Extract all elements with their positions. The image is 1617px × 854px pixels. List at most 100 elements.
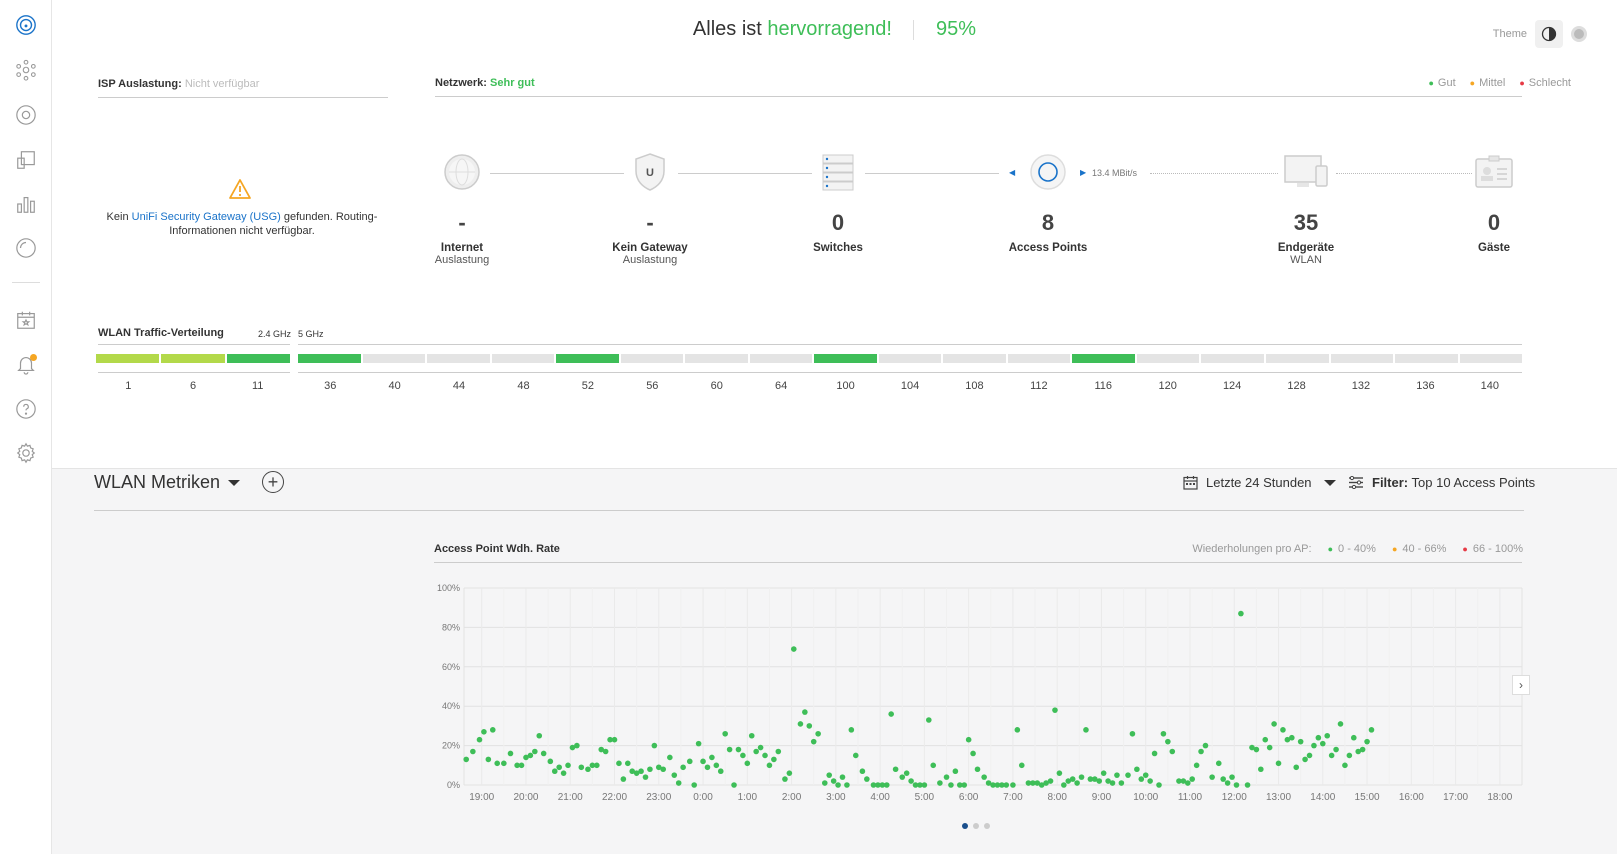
- data-point[interactable]: [700, 758, 706, 765]
- data-point[interactable]: [744, 760, 751, 767]
- data-point[interactable]: [532, 748, 538, 755]
- data-point[interactable]: [691, 782, 697, 788]
- data-point[interactable]: [921, 782, 928, 788]
- data-point[interactable]: [611, 736, 618, 743]
- data-point[interactable]: [844, 782, 850, 788]
- data-point[interactable]: [943, 774, 950, 780]
- data-point[interactable]: [489, 727, 496, 733]
- data-point[interactable]: [565, 762, 571, 769]
- data-point[interactable]: [1109, 780, 1116, 786]
- data-point[interactable]: [1266, 744, 1273, 751]
- data-point[interactable]: [731, 782, 737, 788]
- data-point[interactable]: [551, 768, 558, 775]
- pager-dot-3[interactable]: [984, 823, 990, 829]
- data-point[interactable]: [501, 760, 507, 767]
- data-point[interactable]: [1238, 610, 1244, 617]
- data-point[interactable]: [1142, 772, 1149, 778]
- data-point[interactable]: [1125, 772, 1131, 778]
- data-point[interactable]: [1100, 770, 1107, 776]
- data-point[interactable]: [948, 782, 954, 788]
- data-point[interactable]: [547, 758, 554, 765]
- dashboard-icon[interactable]: [14, 13, 38, 37]
- data-point[interactable]: [1014, 727, 1021, 733]
- data-point[interactable]: [507, 750, 514, 757]
- data-point[interactable]: [1074, 780, 1080, 786]
- data-point[interactable]: [937, 780, 943, 786]
- data-point[interactable]: [961, 782, 968, 788]
- data-point[interactable]: [753, 748, 759, 755]
- data-point[interactable]: [1258, 766, 1264, 773]
- data-point[interactable]: [602, 748, 609, 755]
- data-point[interactable]: [974, 766, 981, 773]
- data-point[interactable]: [1368, 727, 1375, 733]
- alerts-icon[interactable]: [14, 352, 38, 376]
- data-point[interactable]: [762, 752, 768, 759]
- data-point[interactable]: [1224, 780, 1231, 786]
- data-point[interactable]: [667, 754, 673, 761]
- data-point[interactable]: [1220, 776, 1226, 782]
- data-point[interactable]: [1069, 776, 1076, 782]
- theme-contrast-button[interactable]: [1535, 20, 1563, 48]
- device-switches[interactable]: 0 Switches: [778, 150, 898, 254]
- data-point[interactable]: [1262, 736, 1269, 743]
- data-point[interactable]: [802, 709, 808, 715]
- data-point[interactable]: [952, 768, 959, 775]
- data-point[interactable]: [1233, 782, 1240, 788]
- data-point[interactable]: [620, 776, 627, 782]
- data-point[interactable]: [1289, 734, 1295, 741]
- data-point[interactable]: [892, 766, 899, 773]
- data-point[interactable]: [485, 756, 492, 763]
- data-point[interactable]: [883, 782, 890, 788]
- data-point[interactable]: [717, 768, 724, 775]
- data-point[interactable]: [536, 732, 543, 739]
- data-point[interactable]: [638, 768, 644, 775]
- data-point[interactable]: [757, 744, 764, 751]
- data-point[interactable]: [1096, 778, 1103, 784]
- data-point[interactable]: [1138, 776, 1145, 782]
- data-point[interactable]: [574, 742, 580, 749]
- metrics-dropdown[interactable]: WLAN Metriken: [94, 472, 241, 493]
- data-point[interactable]: [1047, 778, 1054, 784]
- data-point[interactable]: [1078, 774, 1085, 780]
- data-point[interactable]: [1198, 748, 1204, 755]
- data-point[interactable]: [578, 764, 585, 771]
- devices-icon[interactable]: [14, 103, 38, 127]
- data-point[interactable]: [1342, 762, 1348, 769]
- data-point[interactable]: [560, 770, 567, 776]
- data-point[interactable]: [930, 762, 937, 769]
- device-clients[interactable]: 35 Endgeräte WLAN: [1246, 150, 1366, 266]
- data-point[interactable]: [965, 736, 972, 743]
- data-point[interactable]: [647, 766, 653, 773]
- data-point[interactable]: [1324, 732, 1331, 739]
- data-point[interactable]: [481, 729, 487, 735]
- data-point[interactable]: [675, 780, 682, 786]
- data-point[interactable]: [1337, 721, 1344, 727]
- add-metric-button[interactable]: +: [262, 471, 284, 493]
- data-point[interactable]: [1346, 752, 1353, 759]
- data-point[interactable]: [735, 746, 742, 753]
- data-point[interactable]: [1311, 742, 1317, 749]
- data-point[interactable]: [642, 774, 649, 780]
- data-point[interactable]: [1253, 746, 1260, 753]
- data-point[interactable]: [476, 736, 483, 743]
- data-point[interactable]: [1202, 742, 1209, 749]
- insights-icon[interactable]: [14, 236, 38, 260]
- chart-next-button[interactable]: ›: [1512, 675, 1530, 695]
- device-access-points[interactable]: 8 Access Points: [988, 150, 1108, 254]
- clients-icon[interactable]: [14, 148, 38, 172]
- data-point[interactable]: [1129, 730, 1136, 737]
- data-point[interactable]: [1293, 764, 1300, 771]
- data-point[interactable]: [830, 778, 837, 784]
- data-point[interactable]: [888, 711, 894, 717]
- data-point[interactable]: [740, 752, 746, 759]
- data-point[interactable]: [797, 721, 804, 727]
- data-point[interactable]: [616, 760, 622, 767]
- data-point[interactable]: [1189, 776, 1196, 782]
- theme-dark-button[interactable]: [1571, 26, 1587, 42]
- data-point[interactable]: [1302, 756, 1308, 763]
- data-point[interactable]: [1364, 738, 1370, 745]
- data-point[interactable]: [748, 732, 755, 739]
- topology-icon[interactable]: [14, 58, 38, 82]
- data-point[interactable]: [981, 774, 987, 780]
- data-point[interactable]: [766, 762, 773, 769]
